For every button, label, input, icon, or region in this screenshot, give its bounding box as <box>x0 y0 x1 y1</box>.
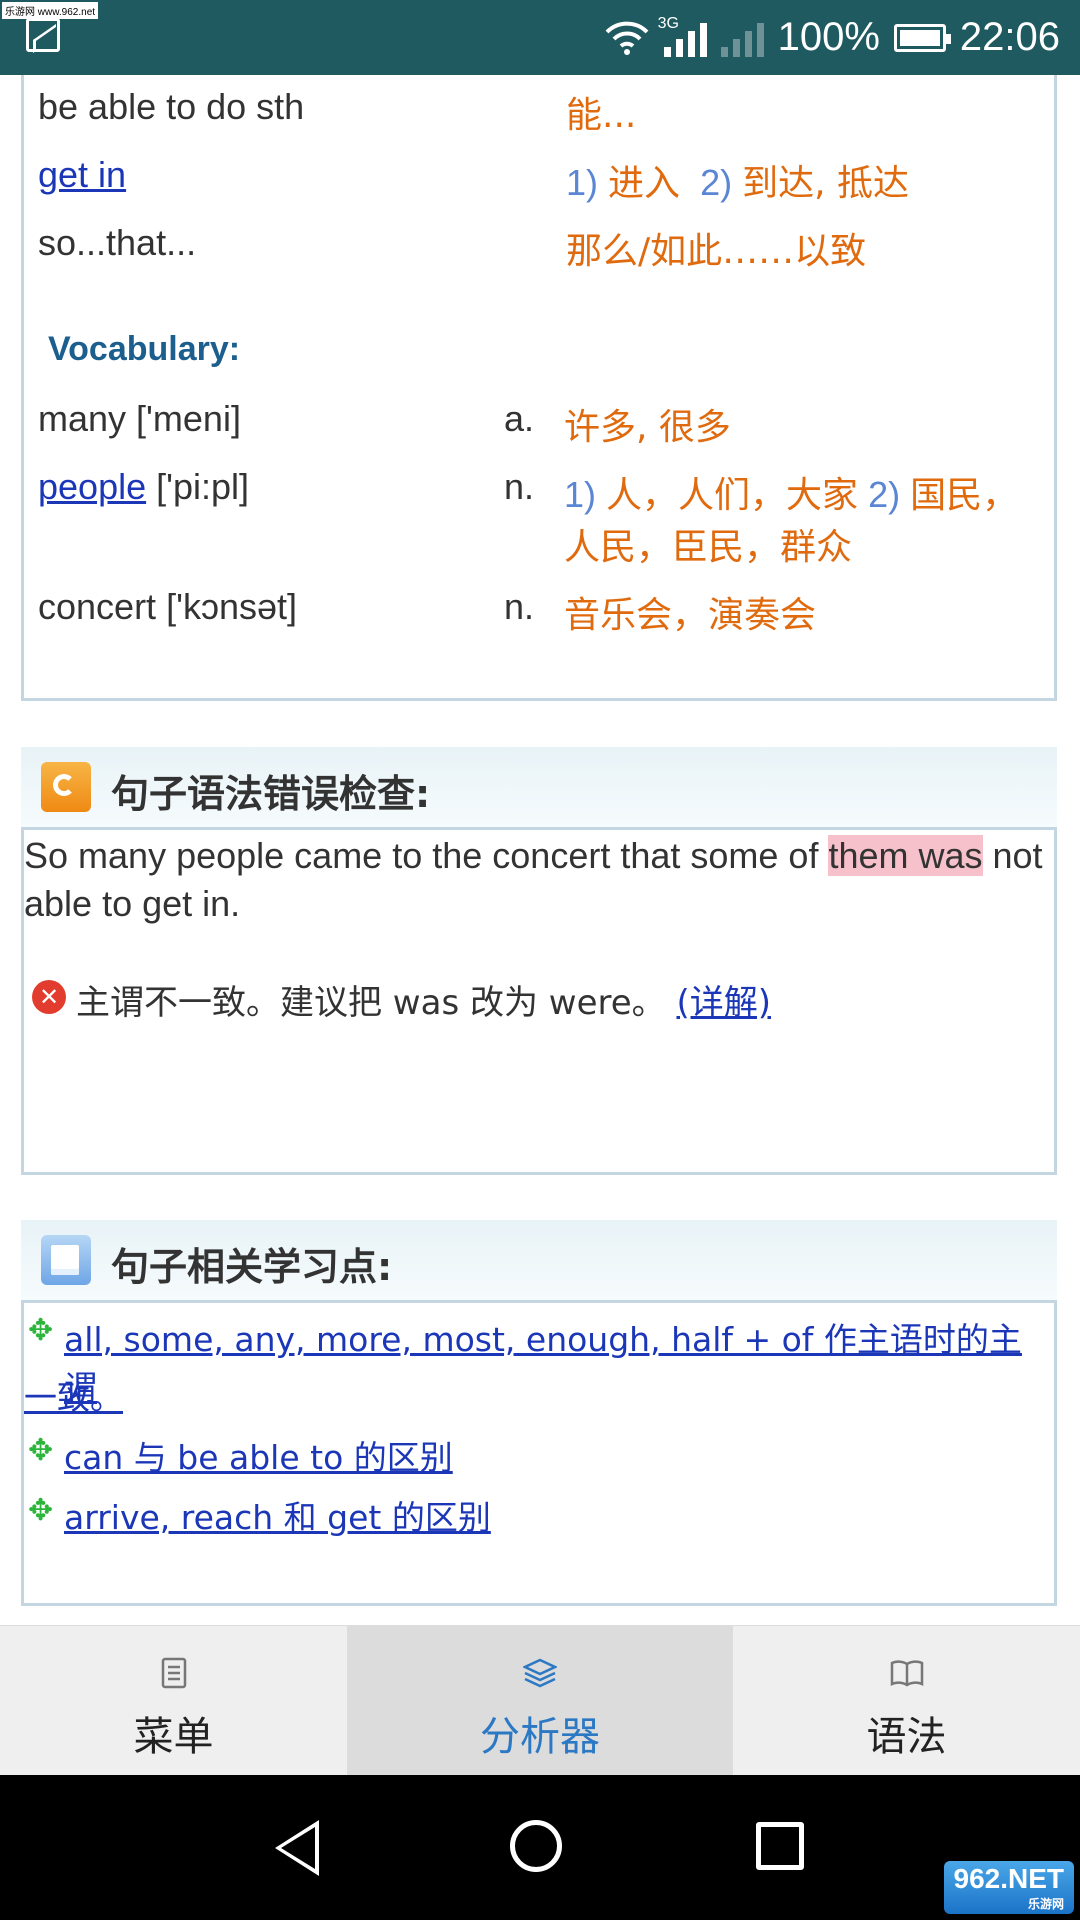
status-bar: 乐游网 www.962.net 3G 100% 22:06 <box>0 0 1080 75</box>
error-highlight: them was <box>828 835 983 876</box>
grammar-check-title: 句子语法错误检查: <box>111 772 431 816</box>
tab-label: 分析器 <box>480 1714 600 1760</box>
phrase-cn: 能... <box>566 95 637 136</box>
signal-sim2-icon <box>720 19 764 57</box>
vocab-cn: 人民，臣民，群众 <box>564 527 853 568</box>
tab-analyzer[interactable]: 分析器 <box>347 1626 733 1776</box>
wifi-icon <box>605 21 649 55</box>
detail-link[interactable]: (详解) <box>676 983 771 1023</box>
learning-points-box: ✥ all, some, any, more, most, enough, ha… <box>21 1300 1057 1606</box>
gallery-notification-icon <box>26 18 60 52</box>
phrase-vocab-box: be able to do sth 能... get in 1) 进入 2) 到… <box>21 75 1057 701</box>
system-nav-bar: 962.NET 乐游网 <box>0 1775 1080 1920</box>
tab-grammar[interactable]: 语法 <box>733 1626 1080 1776</box>
signal-3g-icon: 3G <box>658 15 707 57</box>
notes-icon <box>41 1235 91 1285</box>
clock: 22:06 <box>959 15 1060 59</box>
vocab-pos: a. <box>504 398 535 439</box>
vocab-word: many ['meni] <box>38 398 241 439</box>
bullet-plus-icon: ✥ <box>28 1313 54 1348</box>
learning-point-link[interactable]: can 与 be able to 的区别 <box>64 1431 453 1479</box>
bullet-plus-icon: ✥ <box>28 1493 54 1528</box>
vocab-pos: n. <box>504 466 535 507</box>
vocab-link-people[interactable]: people <box>38 466 146 507</box>
layers-icon <box>523 1658 557 1688</box>
bullet-plus-icon: ✥ <box>28 1433 54 1468</box>
battery-percent: 100% <box>777 15 880 59</box>
home-icon[interactable] <box>510 1820 562 1872</box>
vocab-cn: 许多, 很多 <box>564 407 731 448</box>
vocab-word: concert ['kɔnsət] <box>38 586 297 627</box>
back-icon[interactable] <box>275 1820 319 1876</box>
learning-point-link[interactable]: all, some, any, more, most, enough, half… <box>64 1313 1054 1409</box>
bottom-tab-bar: 菜单 分析器 语法 <box>0 1625 1080 1776</box>
sentence-text-line2: able to get in. <box>24 883 241 924</box>
tab-menu[interactable]: 菜单 <box>0 1626 347 1776</box>
recents-icon[interactable] <box>756 1822 804 1870</box>
grammar-check-box: So many people came to the concert that … <box>21 827 1057 1175</box>
watermark: 乐游网 www.962.net <box>2 2 99 19</box>
book-icon <box>890 1660 923 1687</box>
phrase-cn: 那么/如此……以致 <box>566 231 867 272</box>
sentence-text: So many people came to the concert that … <box>24 835 1043 876</box>
battery-icon <box>893 23 951 52</box>
phrase-link-get-in[interactable]: get in <box>38 154 126 196</box>
grammar-check-header: 句子语法错误检查: <box>21 747 1057 827</box>
tab-label: 菜单 <box>133 1714 214 1760</box>
vocab-cn: 1) 人，人们，大家 2) 国民， <box>564 474 1019 516</box>
grammar-check-icon <box>41 762 91 812</box>
learning-point-link[interactable]: arrive, reach 和 get 的区别 <box>64 1491 491 1539</box>
site-logo: 962.NET 乐游网 <box>943 1861 1074 1914</box>
phrase-en: be able to do sth <box>38 86 305 127</box>
vocab-cn: 音乐会，演奏会 <box>564 595 817 636</box>
tab-label: 语法 <box>866 1714 947 1760</box>
list-icon <box>161 1657 186 1689</box>
vocab-pos: n. <box>504 586 535 627</box>
learning-points-title: 句子相关学习点: <box>111 1245 393 1289</box>
phrase-en: so...that... <box>38 222 197 263</box>
learning-points-header: 句子相关学习点: <box>21 1220 1057 1300</box>
error-message: 主谓不一致。建议把 was 改为 were。 (详解) <box>76 983 771 1023</box>
vocabulary-heading: Vocabulary: <box>48 330 241 368</box>
phrase-cn: 1) 进入 2) 到达, 抵达 <box>566 162 909 204</box>
learning-point-link-cont[interactable]: 一致。 <box>24 1371 123 1419</box>
analysis-content[interactable]: be able to do sth 能... get in 1) 进入 2) 到… <box>0 75 1080 1625</box>
vocab-word: people ['pi:pl] <box>38 466 250 507</box>
error-icon: ✕ <box>32 980 66 1014</box>
